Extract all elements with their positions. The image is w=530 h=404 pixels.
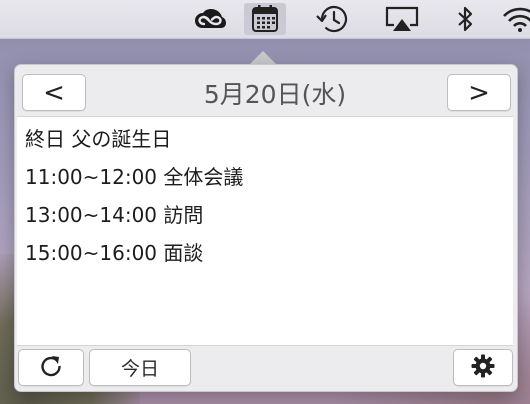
today-button[interactable]: 今日 [89,349,191,386]
time-machine-icon[interactable] [310,3,354,35]
refresh-icon [38,353,64,383]
chevron-right-icon: > [468,77,490,108]
list-item[interactable]: 11:00~12:00 全体会議 [25,161,243,190]
refresh-button[interactable] [18,349,84,386]
list-item[interactable]: 13:00~14:00 訪問 [25,199,203,228]
date-title: 5月20日(水) [203,80,347,109]
previous-day-button[interactable]: < [22,74,86,111]
wifi-icon[interactable] [500,3,530,35]
event-list: 終日 父の誕生日 11:00~12:00 全体会議 13:00~14:00 訪問… [17,116,513,346]
popover-arrow [249,51,277,65]
calendar-icon[interactable] [244,3,286,35]
gear-icon [470,353,496,383]
creative-cloud-icon[interactable] [190,3,230,35]
settings-button[interactable] [453,349,513,386]
calendar-popover: < 5月20日(水) > 終日 父の誕生日 11:00~12:00 全体会議 1… [14,64,518,392]
list-item[interactable]: 15:00~16:00 面談 [25,237,203,266]
chevron-left-icon: < [43,77,65,108]
today-button-label: 今日 [120,358,159,380]
list-item[interactable]: 終日 父の誕生日 [25,123,171,152]
bluetooth-icon[interactable] [450,3,480,35]
airplay-icon[interactable] [380,3,424,35]
menu-bar [0,0,530,39]
next-day-button[interactable]: > [447,74,511,111]
